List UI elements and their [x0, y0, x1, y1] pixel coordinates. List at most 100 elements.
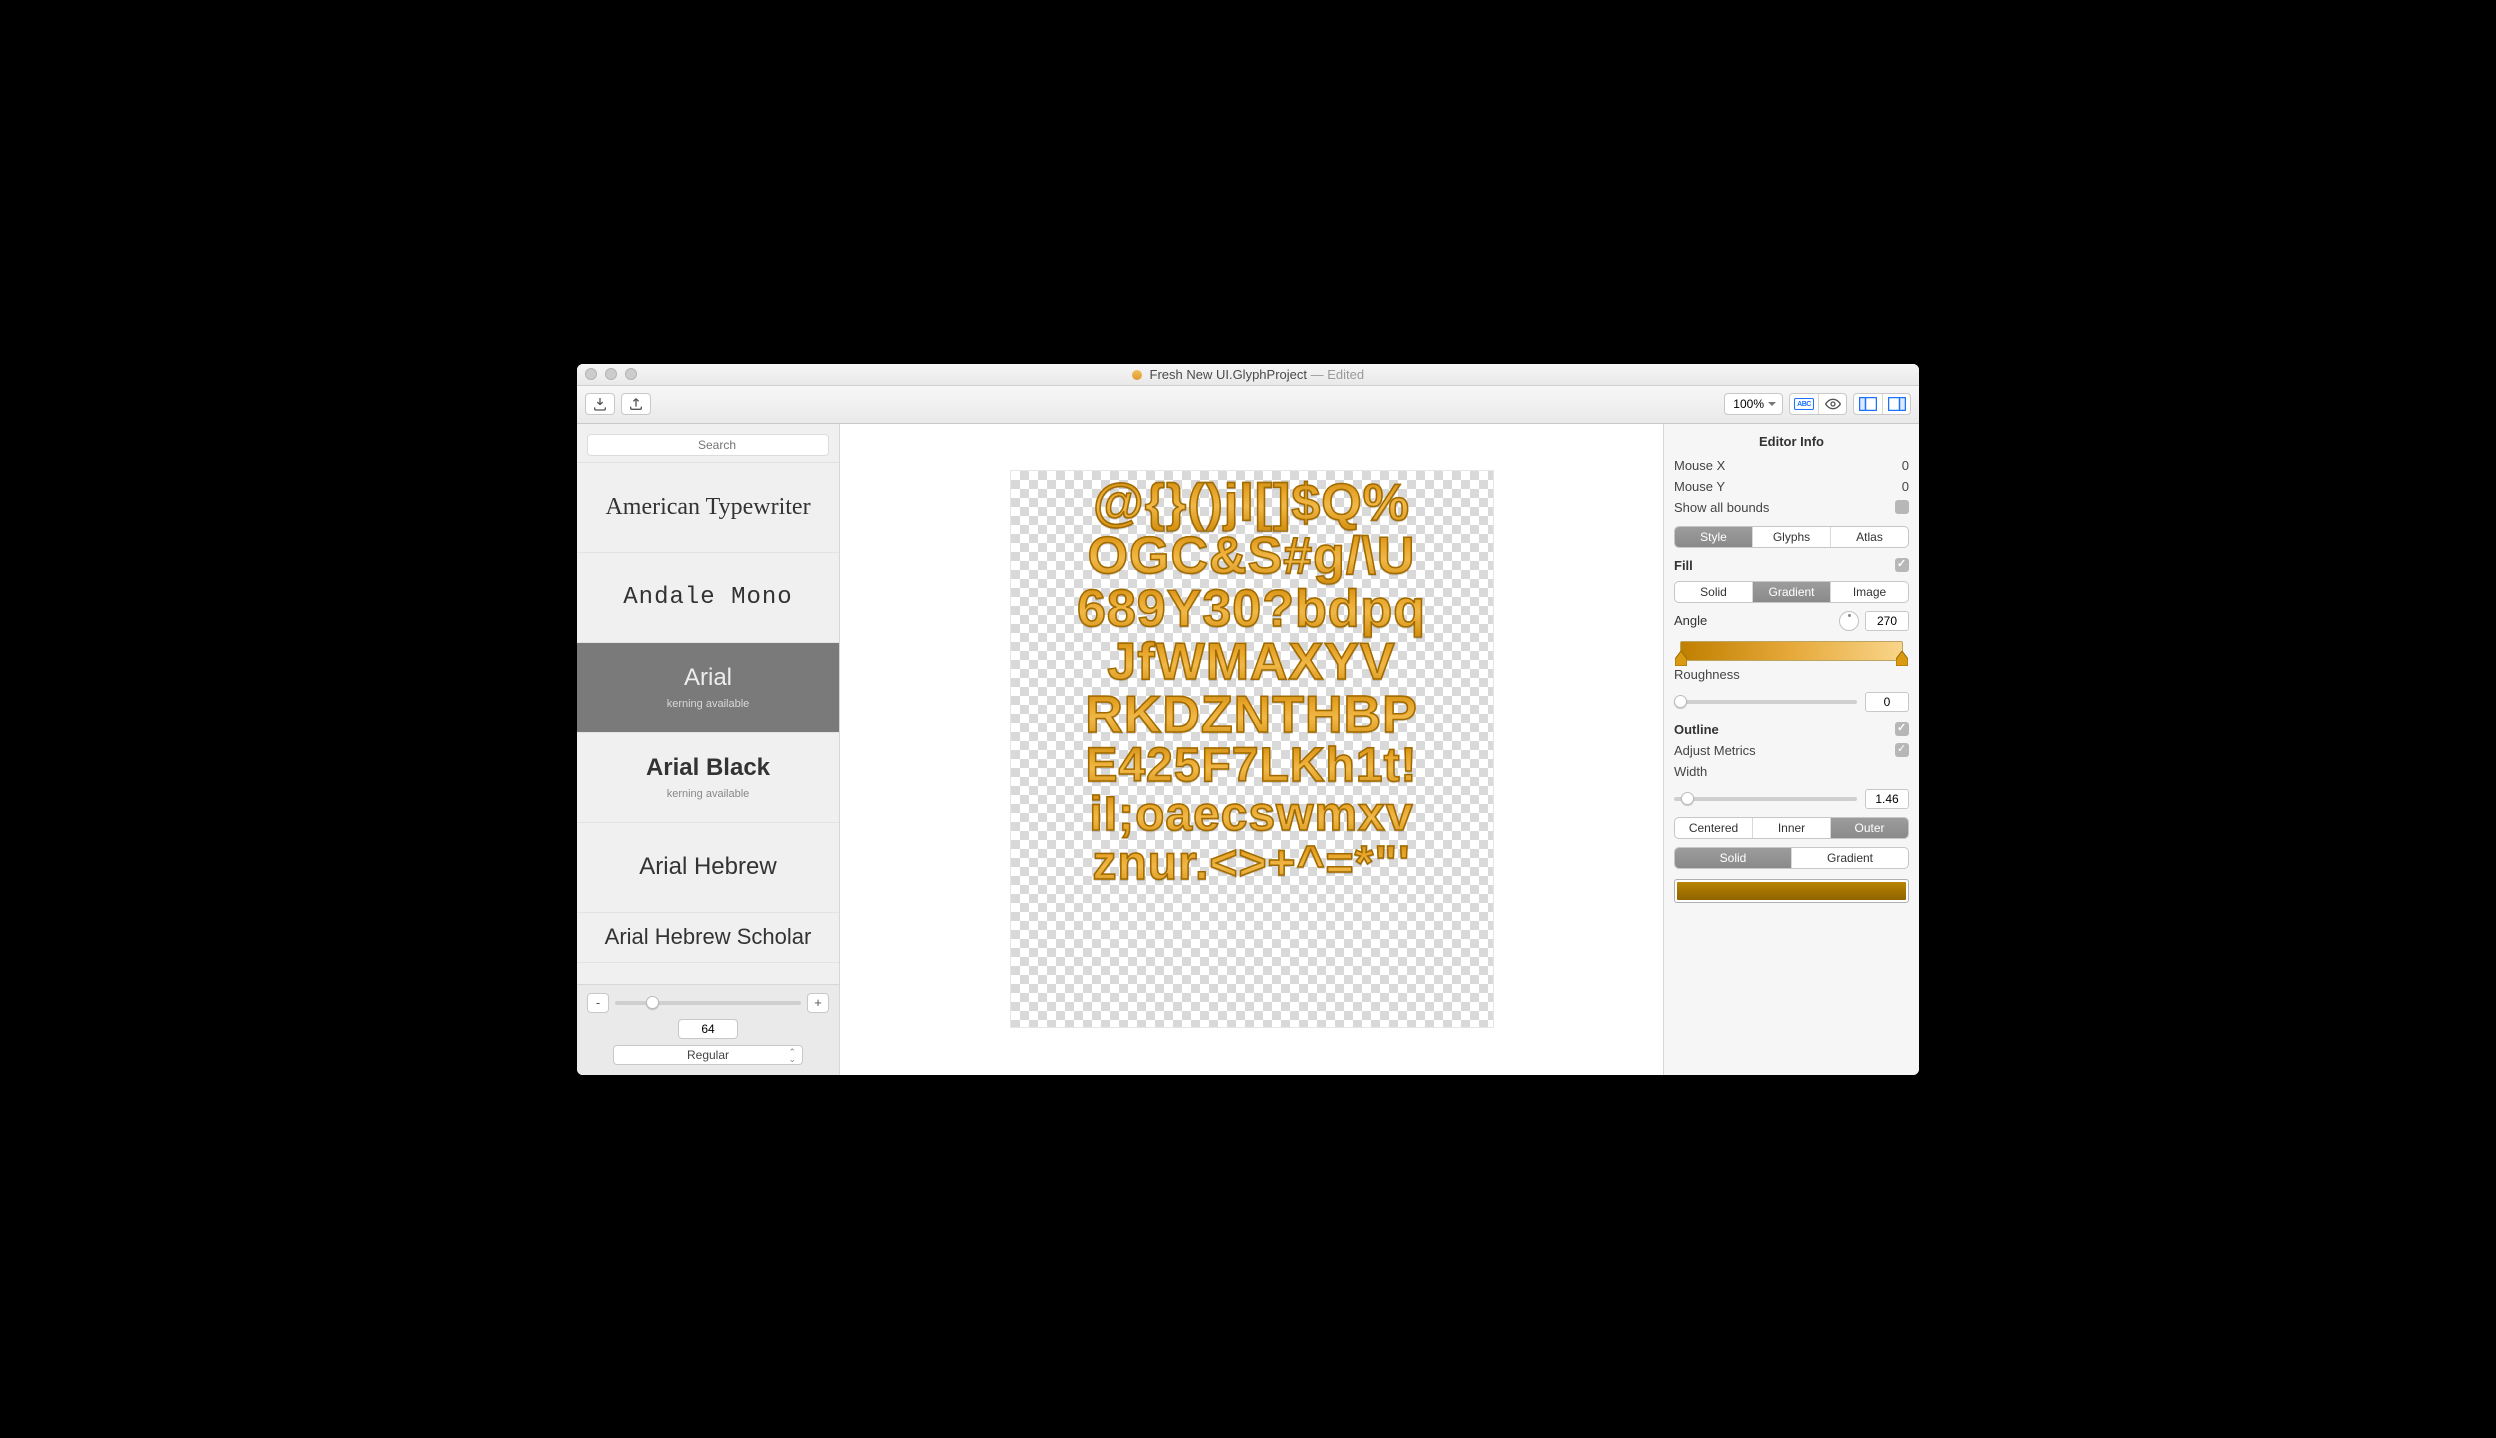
tab-atlas[interactable]: Atlas — [1830, 527, 1908, 547]
mouse-x-value: 0 — [1902, 458, 1909, 473]
abc-icon: ABC — [1794, 398, 1814, 410]
pane-toggle-segment — [1853, 393, 1911, 415]
mouse-y-value: 0 — [1902, 479, 1909, 494]
artboard: @{}()jl[]$Q% OGC&S#g/\U 689Y30?bdpq JfWM… — [1010, 470, 1494, 1028]
font-name: Andale Mono — [623, 584, 792, 611]
show-bounds-label: Show all bounds — [1674, 500, 1769, 515]
outline-label: Outline — [1674, 722, 1719, 737]
outline-fill-segment: Solid Gradient — [1674, 847, 1909, 869]
style-value: Regular — [687, 1048, 729, 1062]
font-name: Arial — [684, 664, 732, 692]
sidebar-footer: - + Regular ⌃⌄ — [577, 984, 839, 1075]
search-input[interactable] — [587, 434, 829, 456]
adjust-metrics-checkbox[interactable] — [1895, 743, 1909, 757]
font-item-arial-black[interactable]: Arial Black kerning available — [577, 733, 839, 823]
close-icon[interactable] — [585, 368, 597, 380]
size-increase-button[interactable]: + — [807, 993, 829, 1013]
titlebar: Fresh New UI.GlyphProject — Edited — [577, 364, 1919, 386]
font-item-andale-mono[interactable]: Andale Mono — [577, 553, 839, 643]
right-pane-icon — [1888, 397, 1906, 411]
fill-image-button[interactable]: Image — [1830, 582, 1908, 602]
glyph-line: @{}()jl[]$Q% — [1093, 477, 1410, 530]
font-item-arial[interactable]: Arial kerning available — [577, 643, 839, 733]
tab-glyphs[interactable]: Glyphs — [1752, 527, 1830, 547]
app-window: Fresh New UI.GlyphProject — Edited 100% … — [577, 364, 1919, 1075]
outline-outer-button[interactable]: Outer — [1830, 818, 1908, 838]
view-mode-segment: ABC — [1789, 393, 1847, 415]
inspector-title: Editor Info — [1674, 434, 1909, 449]
font-name: Arial Hebrew Scholar — [605, 924, 812, 950]
size-field[interactable] — [678, 1019, 738, 1039]
glyph-line: iI;oaecswmxv — [1089, 791, 1413, 840]
font-name: Arial Black — [646, 754, 770, 782]
canvas[interactable]: @{}()jl[]$Q% OGC&S#g/\U 689Y30?bdpq JfWM… — [840, 424, 1664, 1075]
font-style-select[interactable]: Regular ⌃⌄ — [613, 1045, 803, 1065]
right-pane-toggle[interactable] — [1882, 394, 1910, 414]
fill-gradient-button[interactable]: Gradient — [1752, 582, 1830, 602]
outline-color-well[interactable] — [1674, 879, 1909, 903]
glyph-line: 689Y30?bdpq — [1077, 583, 1426, 636]
roughness-label: Roughness — [1674, 667, 1740, 682]
width-field[interactable] — [1865, 789, 1909, 809]
font-sub: kerning available — [667, 698, 750, 710]
angle-dial[interactable] — [1839, 611, 1859, 631]
adjust-metrics-label: Adjust Metrics — [1674, 743, 1756, 758]
import-button[interactable] — [585, 393, 615, 415]
filename: Fresh New UI.GlyphProject — [1150, 367, 1308, 382]
font-name: American Typewriter — [605, 494, 810, 521]
left-pane-toggle[interactable] — [1854, 394, 1882, 414]
outline-solid-button[interactable]: Solid — [1675, 848, 1791, 868]
glyph-line: E425F7LKh1t! — [1085, 742, 1417, 791]
outline-position-segment: Centered Inner Outer — [1674, 817, 1909, 839]
font-sidebar: 🔍 American Typewriter Andale Mono Arial … — [577, 424, 840, 1075]
outline-gradient-button[interactable]: Gradient — [1791, 848, 1908, 868]
font-item-arial-hebrew-scholar[interactable]: Arial Hebrew Scholar — [577, 913, 839, 963]
zoom-icon[interactable] — [625, 368, 637, 380]
share-button[interactable] — [621, 393, 651, 415]
angle-field[interactable] — [1865, 611, 1909, 631]
roughness-slider[interactable] — [1674, 700, 1857, 704]
font-item-arial-hebrew[interactable]: Arial Hebrew — [577, 823, 839, 913]
font-item-american-typewriter[interactable]: American Typewriter — [577, 463, 839, 553]
traffic-lights — [585, 368, 637, 380]
width-slider[interactable] — [1674, 797, 1857, 801]
document-icon — [1132, 370, 1142, 380]
edited-state: Edited — [1327, 367, 1364, 382]
tab-style[interactable]: Style — [1675, 527, 1752, 547]
size-slider[interactable] — [615, 1001, 801, 1005]
left-pane-icon — [1859, 397, 1877, 411]
glyph-line: znur.<>+^=*"' — [1092, 840, 1410, 889]
eye-icon — [1825, 396, 1841, 412]
glyph-line: JfWMAXYV — [1107, 636, 1395, 689]
gradient-editor[interactable] — [1680, 641, 1903, 661]
glyph-line: OGC&S#g/\U — [1088, 530, 1416, 583]
download-icon — [592, 396, 608, 412]
show-bounds-checkbox[interactable] — [1895, 500, 1909, 514]
inspector-tabs: Style Glyphs Atlas — [1674, 526, 1909, 548]
preview-mode-button[interactable] — [1818, 394, 1846, 414]
window-title: Fresh New UI.GlyphProject — Edited — [577, 367, 1919, 382]
fill-solid-button[interactable]: Solid — [1675, 582, 1752, 602]
share-icon — [628, 396, 644, 412]
outline-centered-button[interactable]: Centered — [1675, 818, 1752, 838]
mouse-x-label: Mouse X — [1674, 458, 1725, 473]
gradient-stop-right[interactable] — [1896, 651, 1908, 666]
minimize-icon[interactable] — [605, 368, 617, 380]
chevron-updown-icon: ⌃⌄ — [788, 1049, 796, 1063]
outline-inner-button[interactable]: Inner — [1752, 818, 1830, 838]
roughness-field[interactable] — [1865, 692, 1909, 712]
font-sub: kerning available — [667, 788, 750, 800]
glyph-line: RKDZNTHBP — [1085, 689, 1418, 742]
zoom-select[interactable]: 100% — [1724, 393, 1783, 415]
gradient-stop-left[interactable] — [1675, 651, 1687, 666]
abc-mode-button[interactable]: ABC — [1790, 394, 1818, 414]
inspector: Editor Info Mouse X 0 Mouse Y 0 Show all… — [1664, 424, 1919, 1075]
fill-checkbox[interactable] — [1895, 558, 1909, 572]
size-decrease-button[interactable]: - — [587, 993, 609, 1013]
width-label: Width — [1674, 764, 1707, 779]
font-list: American Typewriter Andale Mono Arial ke… — [577, 462, 839, 984]
outline-checkbox[interactable] — [1895, 722, 1909, 736]
mouse-y-label: Mouse Y — [1674, 479, 1725, 494]
font-name: Arial Hebrew — [639, 853, 776, 881]
zoom-value: 100% — [1733, 397, 1764, 411]
